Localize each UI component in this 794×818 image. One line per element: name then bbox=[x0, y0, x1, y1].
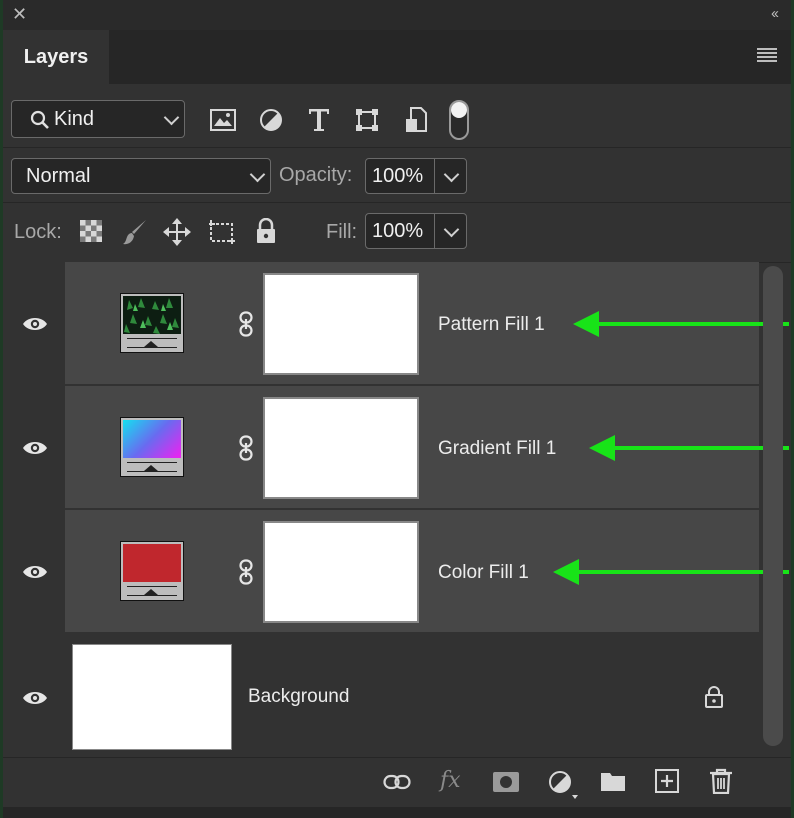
filter-toggle-switch[interactable] bbox=[449, 100, 469, 140]
chevron-down-icon[interactable] bbox=[443, 166, 460, 183]
layer-row-pattern-fill[interactable]: Pattern Fill 1 bbox=[3, 262, 789, 386]
layers-footer-toolbar: fx bbox=[3, 757, 791, 808]
lock-transparent-pixels-icon[interactable] bbox=[80, 220, 102, 242]
pattern-fill-thumbnail[interactable] bbox=[120, 293, 184, 353]
lock-image-pixels-brush-icon[interactable] bbox=[122, 218, 148, 246]
field-divider bbox=[434, 159, 435, 193]
field-divider bbox=[434, 214, 435, 248]
smart-object-filter-icon[interactable] bbox=[405, 107, 427, 133]
layer-row-gradient-fill[interactable]: Gradient Fill 1 bbox=[3, 386, 789, 510]
chevron-down-icon bbox=[163, 109, 180, 126]
lock-all-icon[interactable] bbox=[256, 218, 276, 244]
close-icon[interactable]: ✕ bbox=[12, 4, 27, 24]
search-icon bbox=[30, 110, 49, 129]
add-mask-icon[interactable] bbox=[493, 772, 519, 792]
filter-kind-dropdown[interactable]: Kind bbox=[11, 100, 185, 138]
layer-name[interactable]: Gradient Fill 1 bbox=[438, 438, 556, 460]
type-filter-icon[interactable] bbox=[308, 108, 330, 132]
panel-title-bar: ✕ ‹‹ bbox=[3, 0, 791, 30]
pattern-swatch bbox=[123, 296, 181, 334]
delete-layer-trash-icon[interactable] bbox=[709, 768, 733, 794]
background-thumbnail[interactable] bbox=[72, 644, 232, 750]
panel-resize-edge[interactable] bbox=[3, 807, 791, 818]
color-fill-thumbnail[interactable] bbox=[120, 541, 184, 601]
layer-name[interactable]: Background bbox=[248, 686, 349, 708]
layers-panel: ✕ ‹‹ Layers Kind Normal Opacity: 100% Lo… bbox=[3, 0, 791, 818]
opacity-value[interactable]: 100% bbox=[372, 165, 423, 188]
layer-name[interactable]: Color Fill 1 bbox=[438, 562, 529, 584]
eye-icon[interactable] bbox=[22, 690, 48, 706]
lock-artboard-icon[interactable] bbox=[207, 218, 237, 246]
lock-row: Lock: Fill: 100% bbox=[3, 203, 791, 263]
image-filter-icon[interactable] bbox=[210, 109, 236, 131]
new-layer-icon[interactable] bbox=[655, 769, 679, 793]
layer-name[interactable]: Pattern Fill 1 bbox=[438, 314, 545, 336]
link-chain-icon[interactable] bbox=[239, 559, 253, 585]
lock-position-move-icon[interactable] bbox=[163, 218, 191, 246]
layer-mask-thumbnail[interactable] bbox=[263, 521, 419, 623]
fill-value[interactable]: 100% bbox=[372, 220, 423, 243]
link-chain-icon[interactable] bbox=[239, 311, 253, 337]
layer-row-background[interactable]: Background bbox=[3, 634, 759, 757]
new-fill-adjustment-layer-icon[interactable] bbox=[548, 770, 580, 800]
fx-icon[interactable]: fx bbox=[440, 768, 461, 793]
annotation-arrow bbox=[573, 311, 789, 337]
layers-list: Pattern Fill 1 Gradient Fill 1 Color Fil… bbox=[3, 262, 789, 757]
opacity-label: Opacity: bbox=[279, 164, 353, 186]
layer-row-color-fill[interactable]: Color Fill 1 bbox=[3, 510, 789, 634]
opacity-field[interactable]: 100% bbox=[365, 158, 467, 194]
eye-icon[interactable] bbox=[22, 564, 48, 580]
chevron-down-icon[interactable] bbox=[443, 221, 460, 238]
chevron-down-icon bbox=[249, 166, 266, 183]
tab-bar: Layers bbox=[3, 30, 791, 84]
new-group-folder-icon[interactable] bbox=[600, 770, 626, 792]
eye-icon[interactable] bbox=[22, 316, 48, 332]
blend-mode-dropdown[interactable]: Normal bbox=[11, 158, 271, 194]
layers-scrollbar[interactable] bbox=[763, 266, 783, 746]
adjustment-filter-icon[interactable] bbox=[259, 108, 283, 132]
layer-mask-thumbnail[interactable] bbox=[263, 273, 419, 375]
color-swatch bbox=[123, 544, 181, 582]
fill-field[interactable]: 100% bbox=[365, 213, 467, 249]
gradient-fill-thumbnail[interactable] bbox=[120, 417, 184, 477]
fill-label: Fill: bbox=[326, 221, 358, 243]
blend-row: Normal Opacity: 100% bbox=[3, 148, 791, 203]
blend-mode-value: Normal bbox=[26, 165, 91, 187]
filter-row: Kind bbox=[3, 84, 791, 148]
annotation-arrow bbox=[553, 559, 789, 585]
lock-label: Lock: bbox=[14, 221, 62, 243]
panel-menu-icon[interactable] bbox=[757, 48, 777, 62]
shape-filter-icon[interactable] bbox=[355, 108, 379, 132]
lock-icon[interactable] bbox=[704, 685, 724, 709]
gradient-swatch bbox=[123, 420, 181, 458]
eye-icon[interactable] bbox=[22, 440, 48, 456]
link-chain-icon[interactable] bbox=[239, 435, 253, 461]
layer-mask-thumbnail[interactable] bbox=[263, 397, 419, 499]
tab-layers[interactable]: Layers bbox=[3, 30, 109, 84]
link-layers-icon[interactable] bbox=[383, 774, 411, 790]
filter-kind-label: Kind bbox=[54, 108, 95, 130]
collapse-icon[interactable]: ‹‹ bbox=[771, 5, 779, 22]
